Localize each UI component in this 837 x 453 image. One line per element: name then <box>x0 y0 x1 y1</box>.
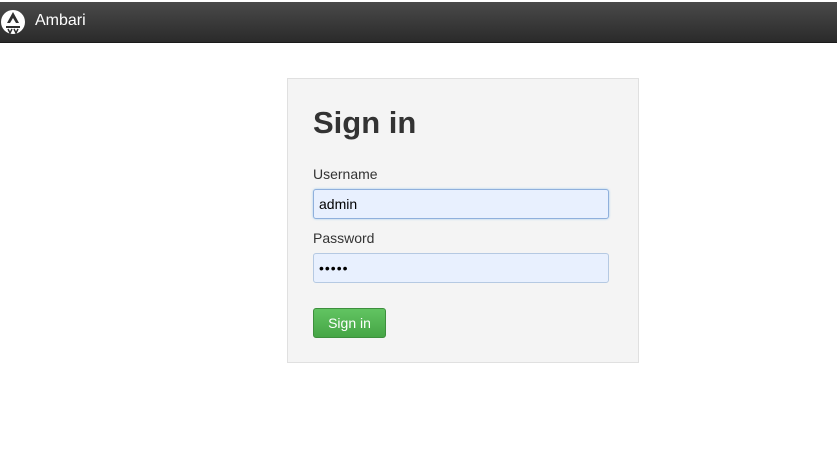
page-title: Sign in <box>313 105 417 140</box>
brand-link[interactable]: Ambari <box>35 11 86 31</box>
ambari-logo-icon[interactable] <box>0 7 26 37</box>
top-navbar: Ambari <box>0 2 837 43</box>
password-label: Password <box>313 230 375 246</box>
username-input[interactable] <box>313 189 609 219</box>
sign-in-button[interactable]: Sign in <box>313 308 386 338</box>
password-input[interactable] <box>313 253 609 283</box>
username-label: Username <box>313 166 378 182</box>
login-panel: Sign in Username Password Sign in <box>287 78 639 363</box>
